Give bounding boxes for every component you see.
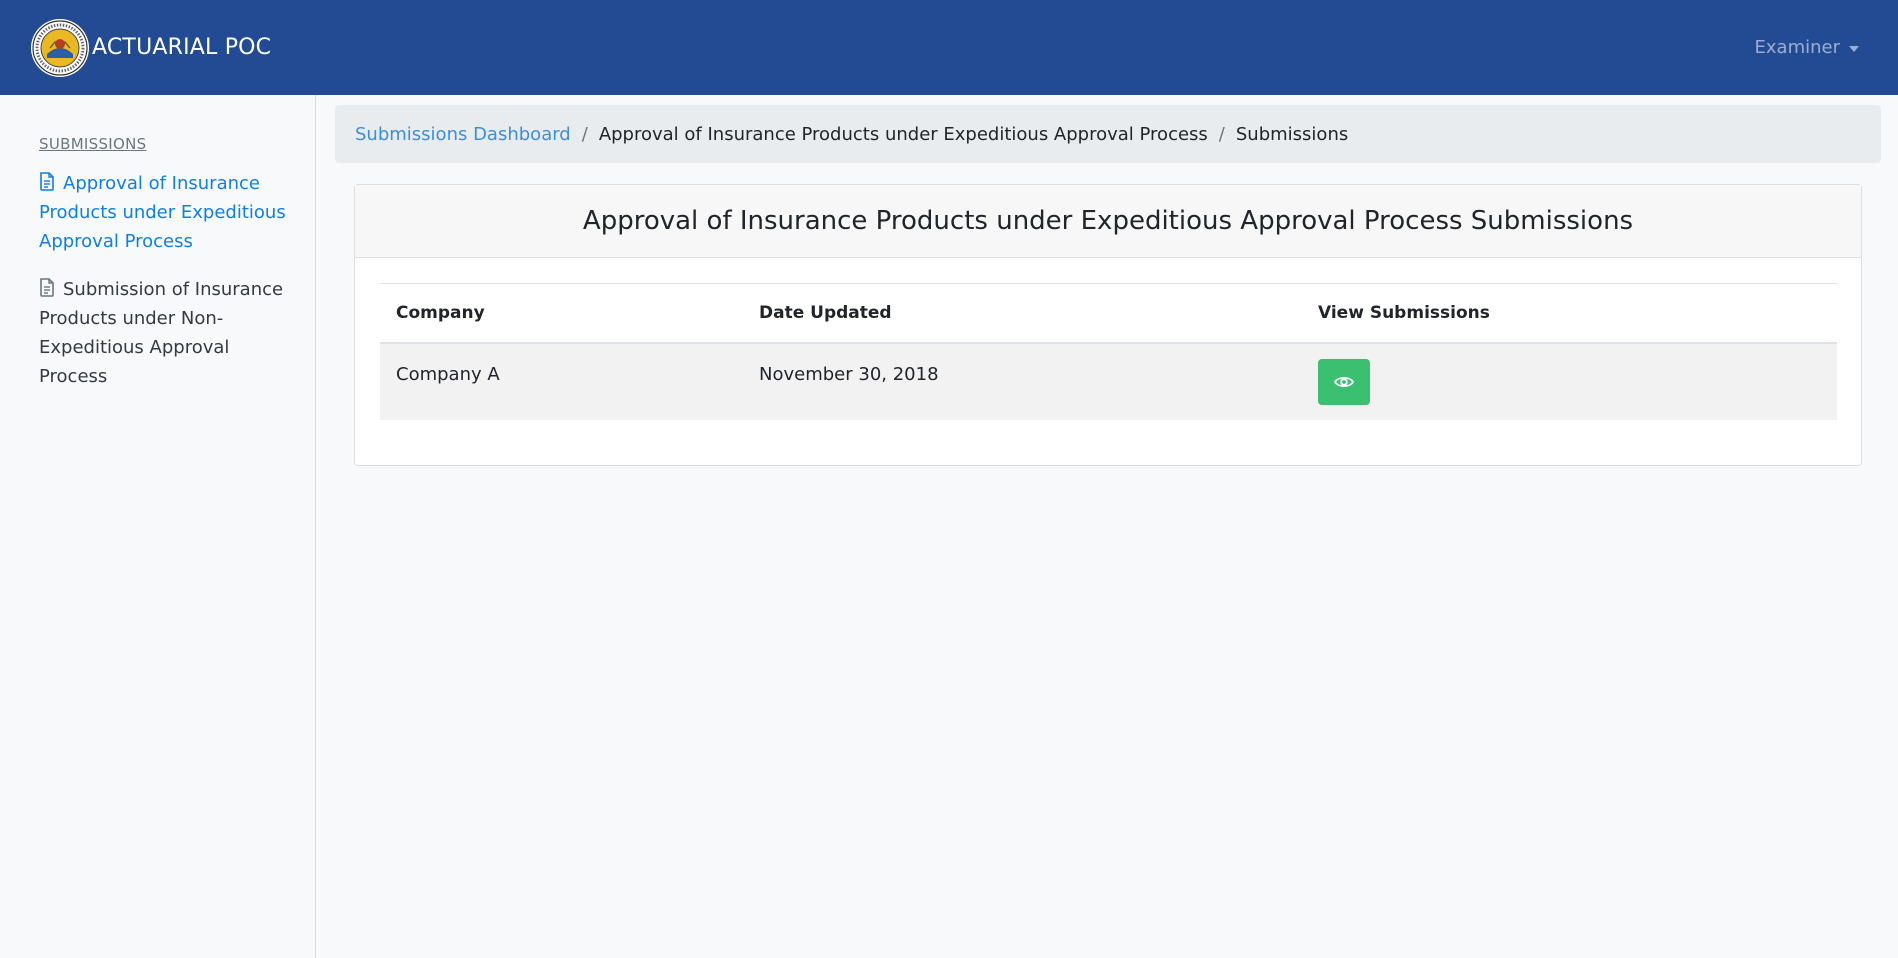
- sidebar: SUBMISSIONS Approval of Insurance Produc…: [0, 95, 316, 958]
- table-header-row: Company Date Updated View Submissions: [380, 283, 1837, 343]
- view-submissions-button[interactable]: [1318, 358, 1370, 405]
- document-icon: [40, 172, 54, 191]
- sidebar-item-label: Submission of Insurance Products under N…: [39, 279, 284, 387]
- breadcrumb-current: Submissions: [1235, 123, 1349, 145]
- eye-icon: [1334, 376, 1354, 387]
- column-header-company: Company: [396, 302, 485, 323]
- cell-date-updated: November 30, 2018: [759, 363, 939, 385]
- top-navbar: ACTUARIAL POC Examiner: [0, 0, 1898, 95]
- sidebar-item-label: Approval of Insurance Products under Exp…: [39, 173, 286, 252]
- sidebar-heading: SUBMISSIONS: [39, 135, 147, 153]
- document-icon: [40, 278, 54, 297]
- page-title: Approval of Insurance Products under Exp…: [355, 185, 1861, 258]
- submissions-card: Approval of Insurance Products under Exp…: [354, 184, 1862, 466]
- cell-view: [1302, 343, 1837, 420]
- sidebar-item-non-expeditious[interactable]: Submission of Insurance Products under N…: [39, 275, 289, 391]
- breadcrumb-separator: /: [581, 123, 588, 145]
- user-dropdown[interactable]: Examiner: [1755, 37, 1859, 58]
- submissions-table-wrapper: Company Date Updated View Submissions Co…: [380, 283, 1837, 420]
- breadcrumb-expeditious: Approval of Insurance Products under Exp…: [598, 123, 1208, 145]
- breadcrumb-separator: /: [1218, 123, 1225, 145]
- submissions-table: Company Date Updated View Submissions Co…: [380, 283, 1837, 420]
- column-header-date-updated: Date Updated: [759, 302, 892, 323]
- breadcrumb-dashboard-link[interactable]: Submissions Dashboard: [355, 124, 571, 145]
- seal-logo-icon: [31, 18, 89, 77]
- chevron-down-icon: [1849, 45, 1859, 52]
- cell-company: Company A: [396, 363, 500, 385]
- brand-title: ACTUARIAL POC: [92, 35, 272, 60]
- table-row: Company A November 30, 2018: [380, 342, 1837, 420]
- breadcrumb: Submissions Dashboard / Approval of Insu…: [335, 105, 1881, 163]
- user-name: Examiner: [1754, 37, 1840, 58]
- sidebar-item-expeditious[interactable]: Approval of Insurance Products under Exp…: [39, 169, 289, 256]
- brand-link[interactable]: ACTUARIAL POC: [30, 18, 271, 78]
- column-header-view-submissions: View Submissions: [1318, 302, 1490, 323]
